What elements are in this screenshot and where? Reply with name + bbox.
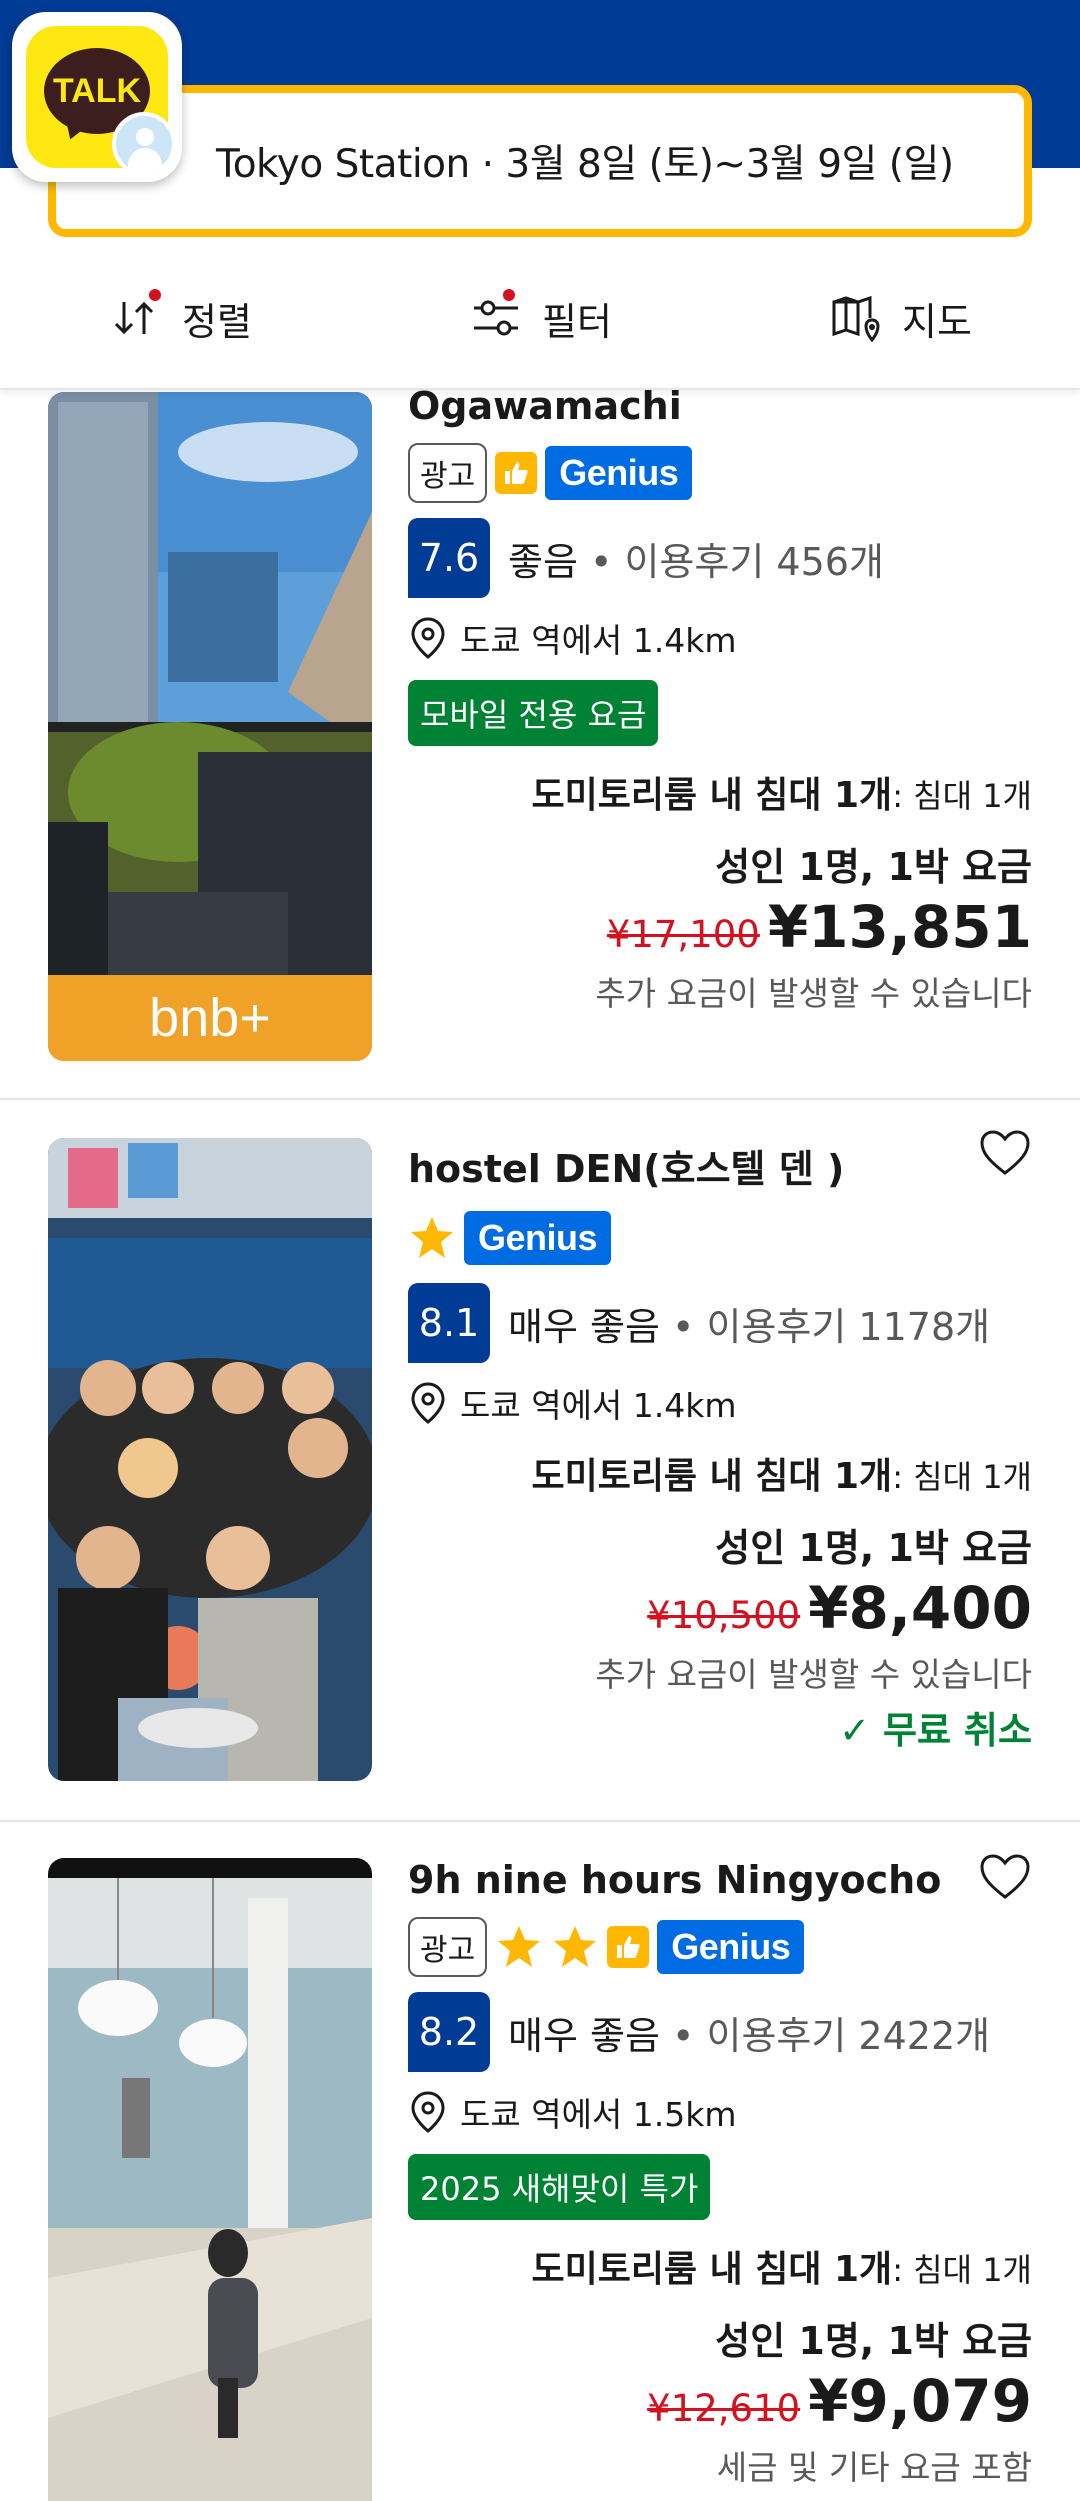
review-count: 이용후기 456개 <box>624 539 884 584</box>
promo-badge: 2025 새해맞이 특가 <box>408 2154 711 2220</box>
listing-card[interactable]: bnb+ Ogawamachi 광고 Genius 7.6 좋음 • 이용후기 … <box>0 384 1080 1101</box>
location-pin-icon <box>411 1382 445 1424</box>
ad-badge: 광고 <box>408 1917 488 1977</box>
review-count: 이용후기 1178개 <box>706 1304 991 1349</box>
star-icon <box>498 1926 541 1967</box>
listing-info: Ogawamachi 광고 Genius 7.6 좋음 • 이용후기 456개 … <box>408 384 1032 1015</box>
listing-badges: 광고 Genius <box>408 1916 1032 1978</box>
location-row: 도쿄 역에서 1.4km <box>408 614 1032 662</box>
rating-word: 매우 좋음 <box>508 1304 660 1349</box>
distance-text: 도쿄 역에서 1.4km <box>460 1386 737 1425</box>
rating-row: 7.6 좋음 • 이용후기 456개 <box>408 518 1032 598</box>
room-detail: : 침대 1개 <box>892 1458 1032 1496</box>
listing-name[interactable]: hostel DEN(호스텔 덴 ) <box>408 1138 1032 1193</box>
heart-icon[interactable] <box>978 1128 1032 1178</box>
location-pin-icon <box>411 2091 445 2133</box>
genius-badge: Genius <box>545 446 693 500</box>
listing-info: hostel DEN(호스텔 덴 ) Genius 8.1 매우 좋음 • 이용… <box>408 1130 1032 1754</box>
listing-name[interactable]: Ogawamachi <box>408 384 1032 428</box>
room-detail: : 침대 1개 <box>892 777 1032 815</box>
filter-label: 필터 <box>542 299 612 344</box>
profile-avatar <box>112 112 176 176</box>
original-price: ¥17,100 <box>606 913 760 956</box>
listing-photo[interactable] <box>48 1858 372 2501</box>
sort-label: 정렬 <box>182 299 252 344</box>
price-row: ¥10,500 ¥8,400 <box>408 1574 1032 1642</box>
original-price: ¥10,500 <box>647 1594 801 1637</box>
current-price: ¥9,079 <box>808 2367 1032 2435</box>
extra-charges-note: 추가 요금이 발생할 수 있습니다 <box>595 974 1032 1013</box>
location-row: 도쿄 역에서 1.4km <box>408 1379 1032 1427</box>
distance-text: 도쿄 역에서 1.4km <box>460 621 737 660</box>
kakaotalk-share-button[interactable]: TALK <box>12 12 182 182</box>
group-photo-image <box>48 1138 372 1781</box>
extra-charges-note: 추가 요금이 발생할 수 있습니다 <box>595 1655 1032 1694</box>
map-button[interactable]: 지도 <box>720 248 1080 388</box>
taxes-note: 세금 및 기타 요금 포함 <box>716 2448 1032 2487</box>
original-price: ¥12,610 <box>647 2387 801 2430</box>
listing-badges: Genius <box>408 1207 1032 1269</box>
location-pin-icon <box>411 617 445 659</box>
location-row: 도쿄 역에서 1.5km <box>408 2088 1032 2136</box>
listing-badges: 광고 Genius <box>408 442 1032 504</box>
sort-button[interactable]: 정렬 <box>0 248 360 388</box>
room-type: 도미토리룸 내 침대 1개 <box>531 1456 893 1497</box>
heart-icon[interactable] <box>978 1852 1032 1902</box>
star-icon <box>554 1926 597 1967</box>
promo-badge: 모바일 전용 요금 <box>408 680 659 746</box>
free-cancellation: ✓ 무료 취소 <box>839 1709 1032 1752</box>
talk-label: TALK <box>52 72 142 110</box>
rating-word: 매우 좋음 <box>508 2013 660 2058</box>
review-count: 이용후기 2422개 <box>706 2013 991 2058</box>
room-detail: : 침대 1개 <box>892 2251 1032 2289</box>
sort-active-dot <box>146 286 164 304</box>
review-score: 8.2 <box>408 1992 490 2072</box>
filter-active-dot <box>500 286 518 304</box>
price-for: 성인 1명, 1박 요금 <box>715 845 1032 889</box>
listing-photo[interactable] <box>48 1138 372 1781</box>
current-price: ¥13,851 <box>767 893 1032 961</box>
search-summary[interactable]: Tokyo Station · 3월 8일 (토)~3월 9일 (일) <box>48 85 1032 237</box>
map-icon <box>832 295 880 343</box>
price-row: ¥12,610 ¥9,079 <box>408 2367 1032 2435</box>
genius-badge: Genius <box>464 1211 612 1265</box>
capsule-lounge-image <box>48 1858 372 2501</box>
price-for: 성인 1명, 1박 요금 <box>715 1526 1032 1570</box>
genius-badge: Genius <box>657 1920 805 1974</box>
action-bar: 정렬 필터 지도 <box>0 248 1080 390</box>
listing-info: 9h nine hours Ningyocho 광고 Genius 8.2 매우… <box>408 1854 1032 2489</box>
rating-row: 8.1 매우 좋음 • 이용후기 1178개 <box>408 1283 1032 1363</box>
listing-card[interactable]: 9h nine hours Ningyocho 광고 Genius 8.2 매우… <box>0 1822 1080 2501</box>
room-type: 도미토리룸 내 침대 1개 <box>531 775 893 816</box>
thumbs-up-icon <box>607 1926 650 1968</box>
rating-row: 8.2 매우 좋음 • 이용후기 2422개 <box>408 1992 1032 2072</box>
price-row: ¥17,100 ¥13,851 <box>408 893 1032 961</box>
listing-name[interactable]: 9h nine hours Ningyocho <box>408 1858 1032 1902</box>
search-query[interactable]: Tokyo Station · 3월 8일 (토)~3월 9일 (일) <box>216 133 954 189</box>
star-icon <box>411 1217 453 1258</box>
price-for: 성인 1명, 1박 요금 <box>715 2319 1032 2363</box>
listing-photo[interactable]: bnb+ <box>48 392 372 1061</box>
review-score: 7.6 <box>408 518 490 598</box>
review-score: 8.1 <box>408 1283 490 1363</box>
filter-button[interactable]: 필터 <box>360 248 720 388</box>
distance-text: 도쿄 역에서 1.5km <box>460 2095 737 2134</box>
map-label: 지도 <box>902 299 972 344</box>
room-type: 도미토리룸 내 침대 1개 <box>531 2249 893 2290</box>
ad-badge: 광고 <box>408 443 488 503</box>
current-price: ¥8,400 <box>808 1574 1032 1642</box>
thumbs-up-icon <box>495 452 538 494</box>
rating-word: 좋음 <box>508 539 578 584</box>
rooftop-terrace-image <box>48 392 372 1061</box>
bnb-plus-badge: bnb+ <box>48 975 372 1061</box>
listing-card[interactable]: hostel DEN(호스텔 덴 ) Genius 8.1 매우 좋음 • 이용… <box>0 1100 1080 1823</box>
